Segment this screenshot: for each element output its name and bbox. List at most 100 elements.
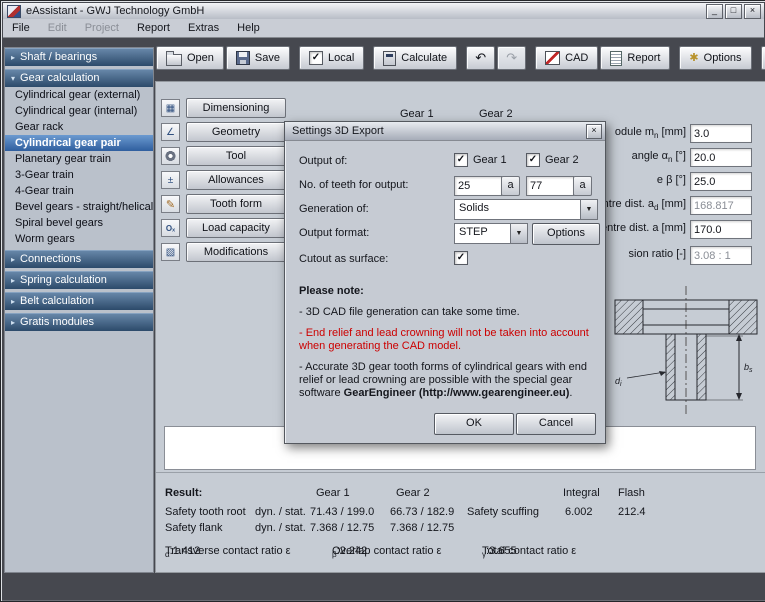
calculator-icon [383, 51, 396, 66]
menu-extras[interactable]: Extras [179, 20, 228, 36]
menu-file[interactable]: File [3, 20, 39, 36]
format-options-button[interactable]: Options [532, 223, 600, 245]
centre-distance-label: entre dist. a [mm] [601, 222, 686, 236]
sidebar-item-gear-rack[interactable]: Gear rack [5, 119, 153, 135]
safety-tooth-root-label: Safety tooth root [165, 506, 246, 518]
local-checkbox[interactable]: ✓ [309, 51, 323, 65]
geometry-button[interactable]: Geometry [186, 122, 286, 142]
section-label: Spring calculation [20, 272, 107, 289]
transmission-ratio-label: sion ratio [-] [629, 248, 686, 262]
centre-distance-input[interactable] [690, 220, 752, 239]
pressure-angle-input[interactable] [690, 148, 752, 167]
gear1-checkbox-group: ✓ Gear 1 [454, 153, 507, 167]
pressure-angle-label: angle αn [°] [632, 150, 686, 164]
sidebar-item-3-gear-train[interactable]: 3-Gear train [5, 167, 153, 183]
tool-button[interactable]: Tool [186, 146, 286, 166]
minimize-button[interactable]: _ [706, 4, 723, 19]
safety-flank-gear1: 7.368 / 12.75 [310, 522, 374, 534]
tooth-form-button[interactable]: Tooth form [186, 194, 286, 214]
load-capacity-button[interactable]: Load capacity [186, 218, 286, 238]
cad-button-label: CAD [565, 52, 588, 64]
save-button[interactable]: Save [226, 46, 290, 70]
calculate-button[interactable]: Calculate [373, 46, 457, 70]
local-toggle-button[interactable]: ✓ Local [299, 46, 364, 70]
gear2-checkbox-group: ✓ Gear 2 [526, 153, 579, 167]
sidebar-item-spiral-bevel-gears[interactable]: Spiral bevel gears [5, 215, 153, 231]
close-button[interactable]: × [744, 4, 761, 19]
sidebar-item-planetary-gear-train[interactable]: Planetary gear train [5, 151, 153, 167]
gear2-checkbox[interactable]: ✓ [526, 153, 540, 167]
sidebar-item-4-gear-train[interactable]: 4-Gear train [5, 183, 153, 199]
document-icon [610, 51, 622, 66]
svg-text:bs: bs [744, 362, 753, 374]
menu-help[interactable]: Help [228, 20, 269, 36]
undo-button[interactable]: ↶ [466, 46, 495, 70]
output-format-select[interactable]: STEP ▼ [454, 223, 528, 244]
maximize-button[interactable]: □ [725, 4, 742, 19]
app-icon [7, 5, 21, 18]
output-format-label: Output format: [299, 227, 369, 239]
chevron-down-icon[interactable]: ▼ [580, 200, 597, 219]
menu-report[interactable]: Report [128, 20, 179, 36]
tooth-form-pencil-icon: ✎ [166, 198, 175, 211]
normal-module-label: odule mn [mm] [615, 126, 686, 140]
teeth-gear1-input[interactable] [454, 176, 502, 196]
report-button-label: Report [627, 52, 660, 64]
cancel-button[interactable]: Cancel [516, 413, 596, 435]
sidebar-item-worm-gears[interactable]: Worm gears [5, 231, 153, 247]
note-line-warning: - End relief and lead crowning will not … [299, 327, 593, 353]
options-button[interactable]: ✱ Options [679, 46, 751, 70]
sidebar-section-gear-calculation[interactable]: ▾ Gear calculation [5, 69, 153, 87]
sidebar-section-connections[interactable]: ▸ Connections [5, 250, 153, 268]
modifications-button[interactable]: Modifications [186, 242, 286, 262]
teeth-gear2-a-button[interactable]: a [573, 176, 592, 196]
sidebar-section-belt-calculation[interactable]: ▸ Belt calculation [5, 292, 153, 310]
menu-project: Project [76, 20, 128, 36]
note-line-time: - 3D CAD file generation can take some t… [299, 306, 593, 319]
gear-icon: ✱ [689, 52, 698, 64]
chevron-down-icon[interactable]: ▼ [510, 224, 527, 243]
gearengineer-link: GearEngineer (http://www.gearengineer.eu… [344, 387, 570, 399]
sidebar-item-cylindrical-gear-external[interactable]: Cylindrical gear (external) [5, 87, 153, 103]
generation-select[interactable]: Solids ▼ [454, 199, 598, 220]
chevron-right-icon: ▸ [11, 251, 15, 268]
gear1-checkbox-label: Gear 1 [473, 154, 507, 166]
save-button-label: Save [255, 52, 280, 64]
menu-edit: Edit [39, 20, 76, 36]
gear1-checkbox[interactable]: ✓ [454, 153, 468, 167]
reference-centre-distance-field [690, 196, 752, 215]
note-title: Please note: [299, 285, 593, 298]
gear1-column-header: Gear 1 [400, 108, 434, 120]
sidebar-item-bevel-gears[interactable]: Bevel gears - straight/helical [5, 199, 153, 215]
sidebar-item-cylindrical-gear-internal[interactable]: Cylindrical gear (internal) [5, 103, 153, 119]
cutout-checkbox[interactable]: ✓ [454, 251, 468, 265]
sidebar-section-spring-calculation[interactable]: ▸ Spring calculation [5, 271, 153, 289]
result-col-integral: Integral [563, 487, 600, 499]
sidebar-section-gratis-modules[interactable]: ▸ Gratis modules [5, 313, 153, 331]
ok-button[interactable]: OK [434, 413, 514, 435]
open-button[interactable]: Open [156, 46, 224, 70]
report-button[interactable]: Report [600, 46, 670, 70]
sidebar-section-shaft-bearings[interactable]: ▸ Shaft / bearings [5, 48, 153, 66]
allowances-button[interactable]: Allowances [186, 170, 286, 190]
result-panel: Result: Gear 1 Gear 2 Integral Flash Saf… [156, 472, 765, 573]
cad-button[interactable]: CAD [535, 46, 598, 70]
teeth-gear1-a-button[interactable]: a [501, 176, 520, 196]
folder-open-icon [166, 54, 182, 66]
allowances-icon: ± [161, 171, 180, 189]
helix-angle-input[interactable] [690, 172, 752, 191]
teeth-gear2-input[interactable] [526, 176, 574, 196]
normal-module-input[interactable] [690, 124, 752, 143]
safety-flank-mode: dyn. / stat. [255, 522, 306, 534]
generation-select-value: Solids [455, 200, 580, 219]
redo-button: ↷ [497, 46, 526, 70]
dialog-title-bar: Settings 3D Export × [285, 122, 605, 141]
sidebar-item-cylindrical-gear-pair[interactable]: Cylindrical gear pair [5, 135, 153, 151]
safety-flank-label: Safety flank [165, 522, 222, 534]
section-label: Gear calculation [20, 70, 100, 87]
section-label: Gratis modules [20, 314, 94, 331]
help-button[interactable]: ? Help [761, 46, 765, 70]
dimensioning-button[interactable]: Dimensioning [186, 98, 286, 118]
dialog-close-icon[interactable]: × [586, 124, 602, 139]
local-button-label: Local [328, 52, 354, 64]
